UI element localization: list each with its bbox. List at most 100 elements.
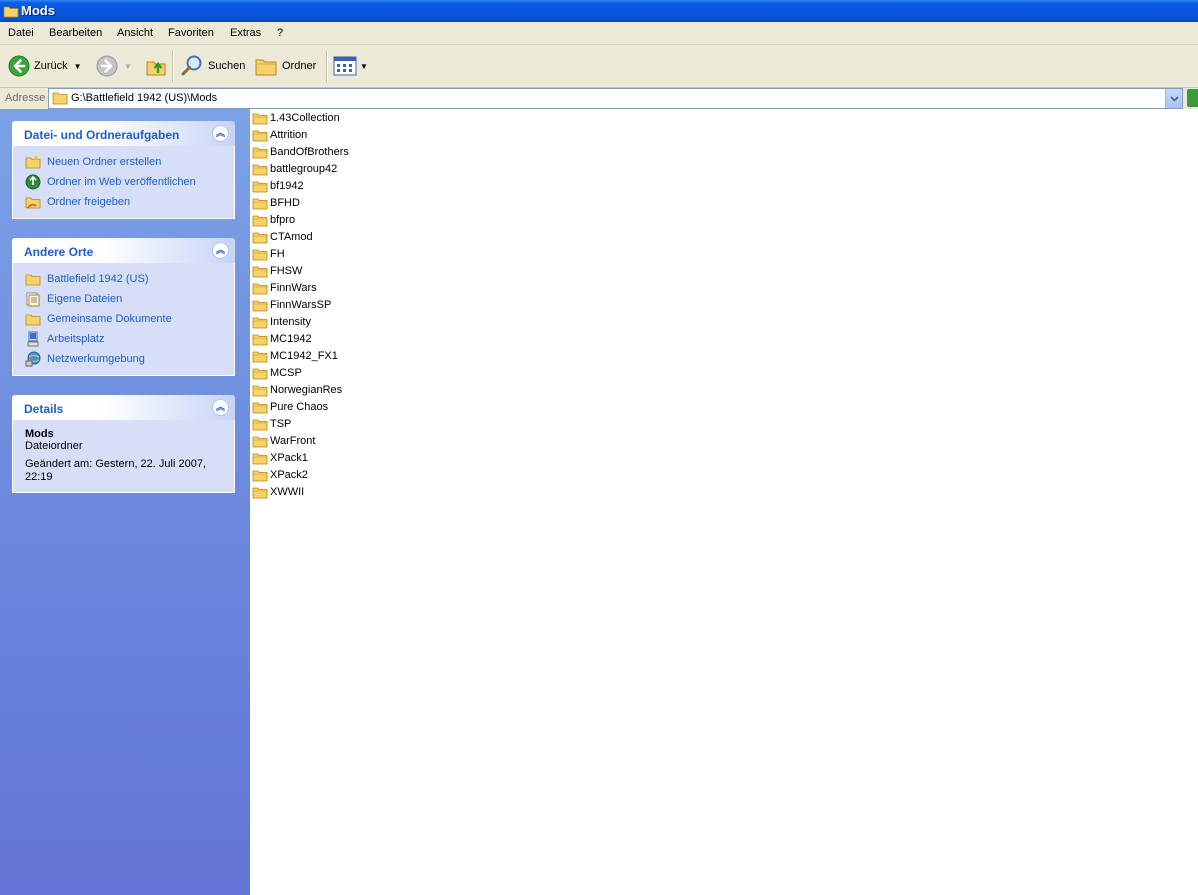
file-name: battlegroup42 bbox=[270, 163, 338, 175]
back-button[interactable]: Zurück ▼ bbox=[8, 51, 82, 81]
file-list-item[interactable]: MCSP bbox=[252, 365, 302, 381]
folder-icon bbox=[252, 351, 268, 363]
folder-icon bbox=[252, 113, 268, 125]
file-list-item[interactable]: MC1942_FX1 bbox=[252, 348, 338, 364]
tasks-panel-header[interactable]: Datei- und Ordneraufgaben ︽ bbox=[12, 121, 235, 146]
folder-icon bbox=[252, 317, 268, 329]
file-list-item[interactable]: Pure Chaos bbox=[252, 399, 328, 415]
folder-icon bbox=[252, 232, 268, 244]
details-panel-header[interactable]: Details ︽ bbox=[12, 395, 235, 420]
file-name: Attrition bbox=[270, 129, 308, 141]
folders-button[interactable]: Ordner bbox=[254, 51, 316, 81]
folder-icon bbox=[252, 266, 268, 278]
file-name: FH bbox=[270, 248, 285, 260]
file-list-item[interactable]: Intensity bbox=[252, 314, 311, 330]
search-icon bbox=[181, 55, 202, 76]
collapse-icon[interactable]: ︽ bbox=[212, 125, 229, 142]
file-list-item[interactable]: bfpro bbox=[252, 212, 295, 228]
folder-icon bbox=[252, 300, 268, 312]
folder-icon bbox=[252, 453, 268, 465]
file-list-item[interactable]: XPack1 bbox=[252, 450, 308, 466]
file-name: NorwegianRes bbox=[270, 384, 343, 396]
toolbar: Zurück ▼ ▼ Suchen Ordner ▼ bbox=[0, 45, 1198, 88]
task-share-folder[interactable]: Ordner freigeben bbox=[13, 192, 234, 212]
folder-icon bbox=[252, 334, 268, 346]
place-battlefield[interactable]: Battlefield 1942 (US) bbox=[13, 269, 234, 289]
menu-favoriten[interactable]: Favoriten bbox=[168, 27, 214, 39]
file-list-item[interactable]: battlegroup42 bbox=[252, 161, 337, 177]
file-list-item[interactable]: FH bbox=[252, 246, 285, 262]
title-bar[interactable]: Mods bbox=[0, 0, 1198, 22]
file-list-item[interactable]: XPack2 bbox=[252, 467, 308, 483]
up-folder-icon bbox=[146, 61, 166, 76]
views-button[interactable]: ▼ bbox=[333, 51, 368, 81]
folder-icon bbox=[252, 147, 268, 159]
file-name: MCSP bbox=[270, 367, 302, 379]
file-name: CTAmod bbox=[270, 231, 313, 243]
address-label: Adresse bbox=[5, 92, 46, 104]
file-list-item[interactable]: Attrition bbox=[252, 127, 307, 143]
file-list-item[interactable]: 1.43Collection bbox=[252, 110, 340, 126]
network-icon bbox=[25, 351, 41, 367]
file-list-item[interactable]: BFHD bbox=[252, 195, 300, 211]
file-name: bfpro bbox=[270, 214, 296, 226]
file-list-item[interactable]: XWWII bbox=[252, 484, 304, 500]
file-name: BandOfBrothers bbox=[270, 146, 349, 158]
forward-button[interactable]: ▼ bbox=[96, 51, 132, 81]
task-pane: Datei- und Ordneraufgaben ︽ Neuen Ordner… bbox=[0, 109, 250, 895]
menu-extras[interactable]: Extras bbox=[230, 27, 261, 39]
task-publish-web[interactable]: Ordner im Web veröffentlichen bbox=[13, 172, 234, 192]
menu-bearbeiten[interactable]: Bearbeiten bbox=[49, 27, 102, 39]
chevron-down-icon[interactable]: ▼ bbox=[124, 62, 132, 71]
file-list-item[interactable]: FHSW bbox=[252, 263, 302, 279]
menu-datei[interactable]: Datei bbox=[8, 27, 34, 39]
chevron-down-icon bbox=[1169, 95, 1179, 102]
file-list-item[interactable]: NorwegianRes bbox=[252, 382, 342, 398]
file-name: WarFront bbox=[270, 435, 316, 447]
file-name: MC1942 bbox=[270, 333, 312, 345]
file-name: Intensity bbox=[270, 316, 311, 328]
place-shared-documents[interactable]: Gemeinsame Dokumente bbox=[13, 309, 234, 329]
search-button[interactable]: Suchen bbox=[180, 51, 245, 81]
folder-icon bbox=[25, 314, 41, 326]
folder-icon bbox=[52, 91, 68, 108]
menu-help[interactable]: ? bbox=[277, 27, 283, 39]
folder-icon bbox=[252, 249, 268, 261]
chevron-down-icon[interactable]: ▼ bbox=[74, 62, 82, 71]
file-name: bf1942 bbox=[270, 180, 304, 192]
folder-icon bbox=[252, 368, 268, 380]
chevron-down-icon[interactable]: ▼ bbox=[360, 62, 368, 71]
file-name: TSP bbox=[270, 418, 292, 430]
file-list-item[interactable]: FinnWars bbox=[252, 280, 317, 296]
menu-ansicht[interactable]: Ansicht bbox=[117, 27, 153, 39]
file-list-item[interactable]: bf1942 bbox=[252, 178, 304, 194]
up-folder-button[interactable] bbox=[145, 51, 167, 81]
folder-icon bbox=[252, 487, 268, 499]
task-new-folder[interactable]: Neuen Ordner erstellen bbox=[13, 152, 234, 172]
file-list-item[interactable]: WarFront bbox=[252, 433, 315, 449]
place-network[interactable]: Netzwerkumgebung bbox=[13, 349, 234, 369]
file-list-item[interactable]: FinnWarsSP bbox=[252, 297, 331, 313]
file-list-item[interactable]: CTAmod bbox=[252, 229, 313, 245]
places-panel-header[interactable]: Andere Orte ︽ bbox=[12, 238, 235, 263]
file-list-item[interactable]: TSP bbox=[252, 416, 291, 432]
back-label: Zurück bbox=[34, 60, 68, 72]
folder-icon bbox=[252, 283, 268, 295]
place-my-documents[interactable]: Eigene Dateien bbox=[13, 289, 234, 309]
address-value: G:\Battlefield 1942 (US)\Mods bbox=[71, 92, 218, 104]
address-dropdown-button[interactable] bbox=[1165, 89, 1182, 108]
file-list-item[interactable]: BandOfBrothers bbox=[252, 144, 349, 160]
details-modified: Geändert am: Gestern, 22. Juli 2007, 22:… bbox=[25, 458, 206, 483]
documents-icon bbox=[26, 292, 40, 307]
file-name: FinnWars bbox=[270, 282, 317, 294]
folder-icon bbox=[252, 470, 268, 482]
go-button[interactable] bbox=[1187, 89, 1198, 107]
place-my-computer[interactable]: Arbeitsplatz bbox=[13, 329, 234, 349]
address-bar: Adresse G:\Battlefield 1942 (US)\Mods bbox=[0, 88, 1198, 109]
address-input[interactable]: G:\Battlefield 1942 (US)\Mods bbox=[48, 88, 1183, 109]
file-name: XPack1 bbox=[270, 452, 308, 464]
file-list[interactable]: 1.43Collection Attrition BandOfBrothers bat… bbox=[251, 109, 1198, 895]
collapse-icon[interactable]: ︽ bbox=[212, 242, 229, 259]
file-list-item[interactable]: MC1942 bbox=[252, 331, 312, 347]
collapse-icon[interactable]: ︽ bbox=[212, 399, 229, 416]
